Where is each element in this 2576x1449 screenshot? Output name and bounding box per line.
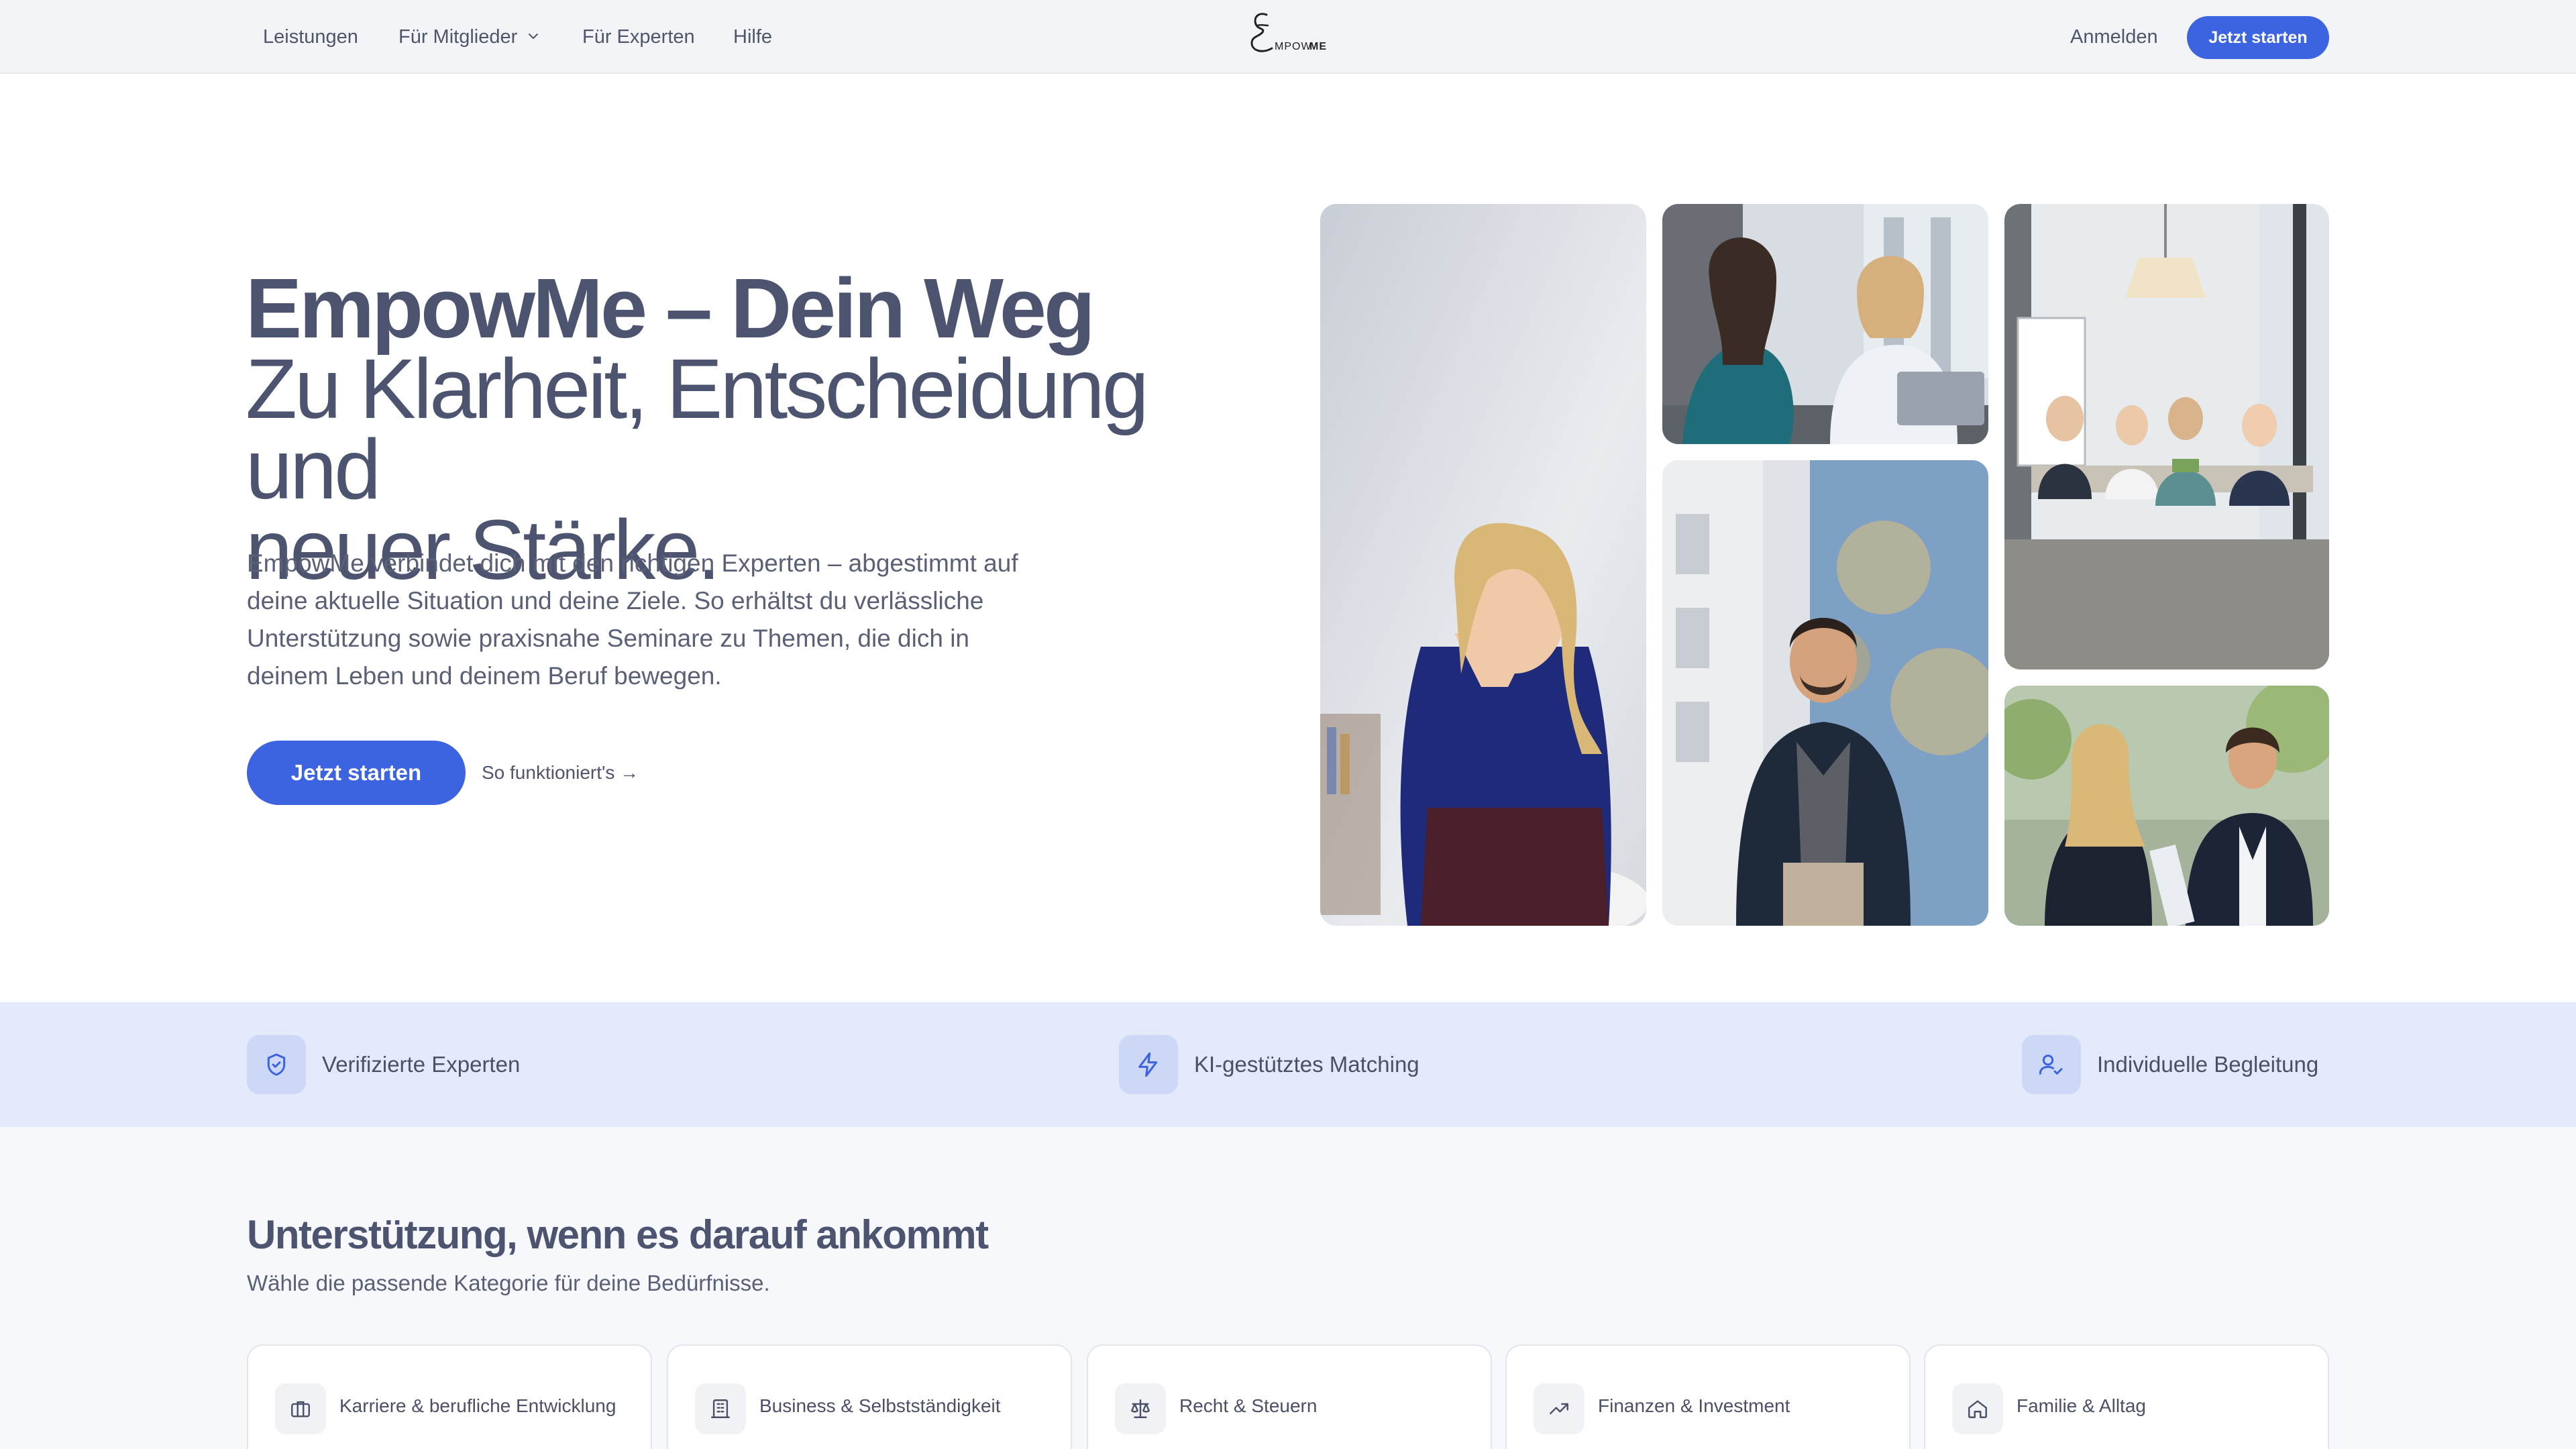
trending-up-icon	[1534, 1383, 1585, 1434]
feature-verified-experts: Verifizierte Experten	[247, 1002, 520, 1127]
hero-title-line1: EmpowMe – Dein Weg	[246, 261, 1095, 356]
nav-leistungen[interactable]: Leistungen	[263, 0, 358, 74]
feature-label: KI-gestütztes Matching	[1194, 1052, 1419, 1077]
nav-fuer-mitglieder[interactable]: Für Mitglieder	[398, 0, 541, 74]
home-icon	[1952, 1383, 2003, 1434]
feature-ai-matching: KI-gestütztes Matching	[1119, 1002, 1419, 1127]
svg-text:MPOW: MPOW	[1275, 41, 1312, 52]
login-link[interactable]: Anmelden	[2070, 0, 2158, 74]
category-card-career[interactable]: Karriere & berufliche Entwicklung	[247, 1344, 652, 1449]
feature-individual-support: Individuelle Begleitung	[2022, 1002, 2318, 1127]
category-card-business[interactable]: Business & Selbstständigkeit	[667, 1344, 1072, 1449]
user-check-icon	[2022, 1035, 2081, 1094]
hero-title: EmpowMe – Dein Weg Zu Klarheit, Entschei…	[246, 261, 1252, 592]
photo-man-outdoors	[1662, 460, 1988, 926]
category-card-law-tax[interactable]: Recht & Steuern	[1087, 1344, 1492, 1449]
photo-woman-portrait	[1320, 204, 1646, 926]
category-card-finance[interactable]: Finanzen & Investment	[1505, 1344, 1911, 1449]
nav-fuer-experten[interactable]: Für Experten	[582, 0, 695, 74]
category-label: Familie & Alltag	[2017, 1395, 2146, 1416]
nav-fuer-mitglieder-label: Für Mitglieder	[398, 26, 518, 48]
feature-label: Individuelle Begleitung	[2097, 1052, 2319, 1077]
briefcase-icon	[275, 1383, 326, 1434]
photo-two-women-meeting	[1662, 204, 1988, 444]
logo-mark: MPOW ME	[1250, 13, 1327, 52]
category-label: Karriere & berufliche Entwicklung	[339, 1395, 616, 1416]
building-icon	[695, 1383, 746, 1434]
category-label: Finanzen & Investment	[1598, 1395, 1790, 1416]
feature-label: Verifizierte Experten	[322, 1052, 521, 1077]
category-label: Business & Selbstständigkeit	[759, 1395, 1001, 1416]
lightning-icon	[1119, 1035, 1178, 1094]
scales-icon	[1115, 1383, 1166, 1434]
top-navigation: Leistungen Für Mitglieder Für Experten H…	[0, 0, 2576, 74]
hero-title-line2: Zu Klarheit, Entscheidung und	[246, 341, 1149, 517]
category-card-family[interactable]: Familie & Alltag	[1924, 1344, 2329, 1449]
how-it-works-link[interactable]: So funktioniert's →	[482, 741, 639, 805]
feature-strip: Verifizierte Experten KI-gestütztes Matc…	[0, 1002, 2576, 1127]
photo-office-meeting	[2004, 204, 2329, 669]
categories-title: Unterstützung, wenn es darauf ankommt	[247, 1212, 989, 1257]
hero-description: EmpowMe verbindet dich mit den richtigen…	[247, 549, 1018, 690]
nav-start-button[interactable]: Jetzt starten	[2187, 16, 2329, 59]
hero-start-button[interactable]: Jetzt starten	[247, 741, 466, 805]
empowme-logo[interactable]: MPOW ME	[1242, 5, 1336, 66]
shield-check-icon	[247, 1035, 306, 1094]
chevron-down-icon	[529, 34, 539, 40]
svg-text:ME: ME	[1309, 41, 1327, 52]
categories-subtitle: Wähle die passende Kategorie für deine B…	[247, 1271, 770, 1295]
photo-two-professionals-walking	[2004, 686, 2329, 926]
nav-hilfe[interactable]: Hilfe	[733, 0, 772, 74]
category-label: Recht & Steuern	[1179, 1395, 1318, 1416]
